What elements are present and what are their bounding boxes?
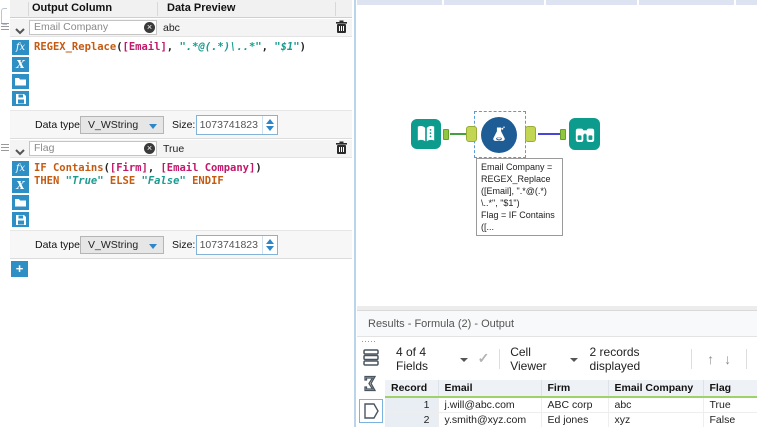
expression-editor-1[interactable]: fx X REGEX_Replace([Email], ".*@(.*)\..*… xyxy=(10,37,352,110)
table-cell[interactable]: 2 xyxy=(385,412,439,427)
size-input[interactable]: 1073741823 xyxy=(196,115,278,135)
formula-output-anchor[interactable] xyxy=(525,126,536,142)
data-type-label: Data type: xyxy=(35,119,83,131)
size-label: Size: xyxy=(172,119,196,131)
table-cell[interactable]: ABC corp xyxy=(541,397,609,413)
table-cell[interactable]: y.smith@xyz.com xyxy=(438,412,542,427)
clear-icon[interactable]: × xyxy=(144,143,155,154)
rail-drag-handle[interactable] xyxy=(362,341,380,343)
size-stepper[interactable] xyxy=(262,236,277,254)
table-cell[interactable]: j.will@abc.com xyxy=(438,397,542,413)
save-expression-icon[interactable] xyxy=(12,212,29,227)
chevron-down-icon[interactable] xyxy=(569,357,578,362)
formula-code[interactable]: IF Contains([Firm], [Email Company]) THEN… xyxy=(34,162,348,188)
metadata-view-icon[interactable] xyxy=(361,373,381,393)
binoculars-icon xyxy=(575,128,594,142)
flask-icon xyxy=(493,126,505,141)
functions-icon[interactable]: fx xyxy=(12,40,29,55)
panel-splitter[interactable] xyxy=(354,0,356,427)
table-row[interactable]: 2 y.smith@xyz.com Ed jones xyz False xyxy=(385,412,757,427)
table-cell[interactable]: False xyxy=(703,412,757,427)
up-arrow-icon[interactable]: ↑ xyxy=(707,351,714,367)
variables-icon[interactable]: X xyxy=(12,178,29,193)
alteryx-designer-window: Output Column Data Preview Email Company… xyxy=(0,0,757,427)
column-header[interactable]: Email Company xyxy=(608,380,704,398)
formula-tool[interactable] xyxy=(481,117,517,153)
formula-input-anchor[interactable] xyxy=(466,126,477,142)
variables-icon[interactable]: X xyxy=(12,57,29,72)
data-type-row-2: Data type: V_WString Size: 1073741823 xyxy=(10,230,352,258)
data-preview-value: True xyxy=(163,143,185,155)
open-book-icon xyxy=(417,126,435,142)
down-arrow-icon[interactable]: ↓ xyxy=(724,351,731,367)
workflow-canvas[interactable]: Email Company = REGEX_Replace ([Email], ".… xyxy=(357,0,757,306)
expression-row-1: Email Company × abc xyxy=(1,19,352,37)
records-displayed-label: 2 records displayed xyxy=(589,344,641,373)
input-data-tool[interactable] xyxy=(411,119,441,149)
column-header[interactable]: Firm xyxy=(541,380,609,398)
config-column-header: Output Column Data Preview xyxy=(10,0,352,18)
add-expression-button[interactable]: + xyxy=(11,261,28,277)
results-left-rail xyxy=(357,337,384,427)
input-tool-output-anchor[interactable] xyxy=(443,129,449,140)
results-panel: Results - Formula (2) - Output 4 of 4 Fi… xyxy=(357,306,757,427)
clear-icon[interactable]: × xyxy=(144,22,155,33)
holistic-view-icon[interactable] xyxy=(359,399,383,423)
drag-handle-icon[interactable] xyxy=(1,23,9,32)
functions-icon[interactable]: fx xyxy=(12,161,29,176)
open-expression-icon[interactable] xyxy=(12,195,29,210)
connection-green[interactable] xyxy=(450,133,466,135)
column-header[interactable]: Email xyxy=(438,380,542,398)
browse-input-anchor[interactable] xyxy=(560,129,566,140)
fields-dropdown[interactable]: 4 of 4 Fields xyxy=(396,345,454,373)
column-header[interactable]: Record xyxy=(385,380,439,398)
chevron-down-icon[interactable] xyxy=(14,23,26,35)
size-label: Size: xyxy=(172,239,196,251)
cell-viewer-dropdown[interactable]: Cell Viewer xyxy=(510,345,563,373)
size-input[interactable]: 1073741823 xyxy=(196,235,278,255)
chevron-down-icon[interactable] xyxy=(14,144,26,156)
browse-tool[interactable] xyxy=(569,118,600,150)
output-column-input[interactable]: Flag xyxy=(29,141,157,156)
canvas-top-strip xyxy=(357,0,757,5)
results-table-body: 1 j.will@abc.com ABC corp abc True 2 y.smith@x… xyxy=(385,397,757,427)
delete-expression-icon[interactable] xyxy=(335,141,349,156)
data-type-select[interactable]: V_WString xyxy=(80,116,164,134)
data-type-label: Data type: xyxy=(35,239,83,251)
data-preview-header: Data Preview xyxy=(167,2,236,14)
table-cell[interactable]: abc xyxy=(608,397,704,413)
expression-editor-2[interactable]: fx X IF Contains([Firm], [Email Company]… xyxy=(10,158,352,230)
formula-config-panel: Output Column Data Preview Email Company… xyxy=(0,0,352,427)
results-toolbar: 4 of 4 Fields ✓ Cell Viewer 2 records di… xyxy=(384,337,757,380)
table-cell[interactable]: Ed jones xyxy=(541,412,609,427)
size-stepper[interactable] xyxy=(262,116,277,134)
formula-annotation: Email Company = REGEX_Replace ([Email], ".… xyxy=(476,158,563,236)
output-column-header: Output Column xyxy=(32,2,113,14)
connection-blue[interactable] xyxy=(538,133,560,135)
table-cell[interactable]: 1 xyxy=(385,397,439,413)
open-expression-icon[interactable] xyxy=(12,74,29,89)
chevron-down-icon xyxy=(149,244,157,249)
results-title: Results - Formula (2) - Output xyxy=(357,311,757,337)
drag-handle-icon[interactable] xyxy=(1,144,9,153)
table-cell[interactable]: True xyxy=(703,397,757,413)
table-cell[interactable]: xyz xyxy=(608,412,704,427)
column-header[interactable]: Flag xyxy=(703,380,757,398)
formula-code[interactable]: REGEX_Replace([Email], ".*@(.*)\..*", "$… xyxy=(34,41,348,54)
chevron-down-icon[interactable] xyxy=(459,357,468,362)
table-row[interactable]: 1 j.will@abc.com ABC corp abc True xyxy=(385,397,757,413)
expression-row-2: Flag × True xyxy=(1,140,352,158)
table-view-icon[interactable] xyxy=(361,347,381,367)
data-type-row-1: Data type: V_WString Size: 1073741823 xyxy=(10,110,352,138)
save-expression-icon[interactable] xyxy=(12,91,29,106)
output-column-input[interactable]: Email Company xyxy=(29,20,157,35)
delete-expression-icon[interactable] xyxy=(335,20,349,35)
results-table[interactable]: Record Email Firm Email Company Flag 1 j.will… xyxy=(385,380,757,427)
results-table-header: Record Email Firm Email Company Flag xyxy=(385,380,757,398)
data-type-select[interactable]: V_WString xyxy=(80,236,164,254)
chevron-down-icon xyxy=(149,124,157,129)
data-preview-value: abc xyxy=(163,22,180,34)
apply-check-icon[interactable]: ✓ xyxy=(478,350,490,367)
